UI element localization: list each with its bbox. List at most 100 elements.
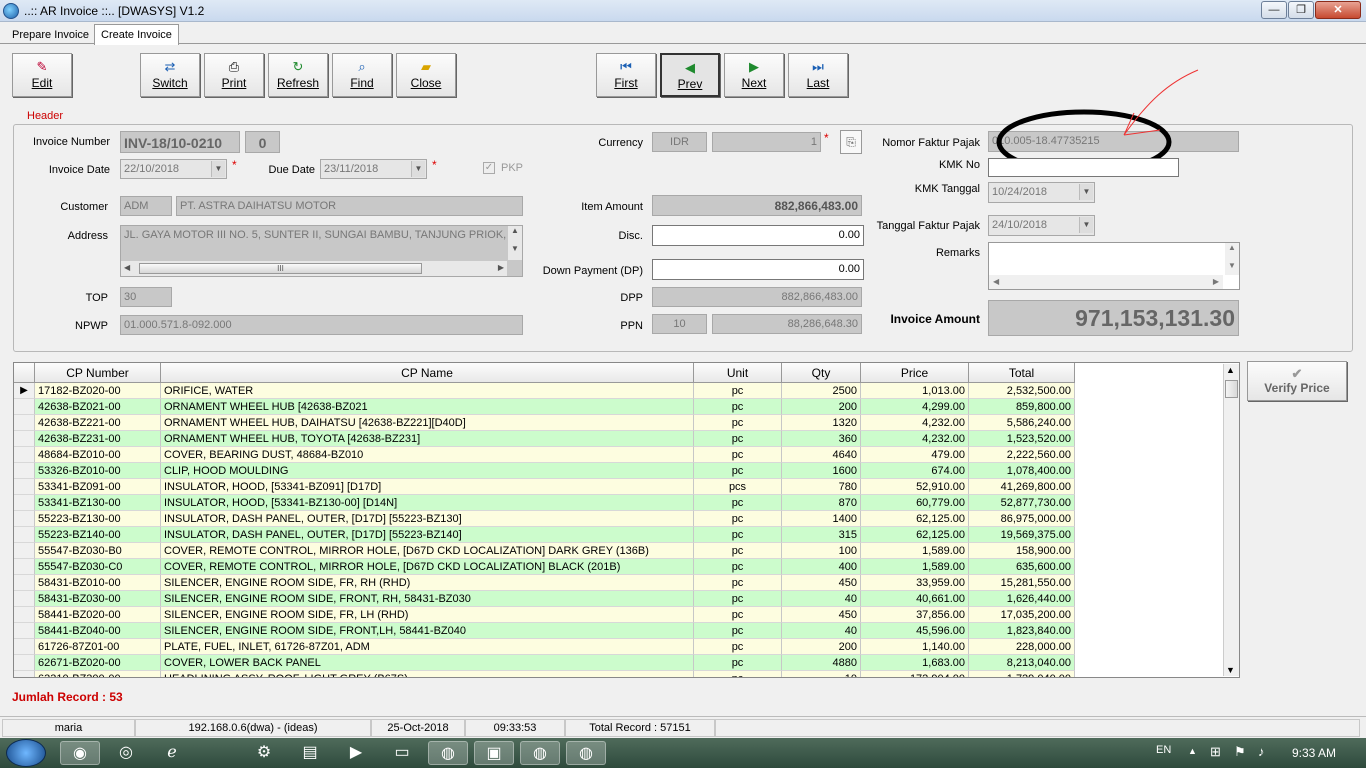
unit-cell[interactable]: pc [694,495,782,511]
total-cell[interactable]: 1,823,840.00 [969,623,1075,639]
total-cell[interactable]: 2,532,500.00 [969,383,1075,399]
row-selector[interactable] [14,399,35,415]
price-cell[interactable]: 60,779.00 [861,495,969,511]
table-row[interactable]: 58441-BZ040-00 SILENCER, ENGINE ROOM SIDE… [14,623,1075,639]
row-selector[interactable] [14,559,35,575]
desktop-app-icon[interactable]: ▣ [474,741,514,765]
dwasys-globe-icon[interactable]: ◍ [566,741,606,765]
total-cell[interactable]: 1,729,040.00 [969,671,1075,677]
network-icon[interactable]: ⊞ [1210,744,1221,760]
unit-cell[interactable]: pc [694,575,782,591]
start-button[interactable] [6,739,46,767]
verify-price-button[interactable]: ✔ Verify Price [1247,361,1347,401]
language-indicator[interactable]: EN [1156,744,1171,756]
table-row[interactable]: 53341-BZ130-00 INSULATOR, HOOD, [53341-BZ… [14,495,1075,511]
cp-number-cell[interactable]: 55547-BZ030-C0 [35,559,161,575]
price-cell[interactable]: 172,904.00 [861,671,969,677]
currency-field[interactable]: IDR [652,132,707,152]
chrome-icon[interactable]: ◉ [60,741,100,765]
price-cell[interactable]: 479.00 [861,447,969,463]
cp-number-cell[interactable]: 61726-87Z01-00 [35,639,161,655]
prev-button[interactable]: ◀ Prev [660,53,720,97]
unit-cell[interactable]: pc [694,447,782,463]
price-cell[interactable]: 62,125.00 [861,511,969,527]
minimize-button[interactable]: — [1261,1,1287,19]
col-price[interactable]: Price [861,363,969,383]
unit-cell[interactable]: pc [694,639,782,655]
unit-cell[interactable]: pc [694,431,782,447]
remarks-textarea[interactable]: ▲ ▼ ◀ ▶ [988,242,1240,290]
qty-cell[interactable]: 780 [782,479,861,495]
unit-cell[interactable]: pc [694,511,782,527]
scroll-thumb[interactable] [1225,380,1238,398]
cp-number-cell[interactable]: 53341-BZ091-00 [35,479,161,495]
table-row[interactable]: 55223-BZ130-00 INSULATOR, DASH PANEL, OUT… [14,511,1075,527]
col-cp-number[interactable]: CP Number [35,363,161,383]
unit-cell[interactable]: pc [694,383,782,399]
cp-name-cell[interactable]: INSULATOR, DASH PANEL, OUTER, [D17D] [55… [161,511,694,527]
cp-number-cell[interactable]: 48684-BZ010-00 [35,447,161,463]
row-selector[interactable]: ▶ [14,383,35,399]
kmk-no-input[interactable] [988,158,1179,177]
price-cell[interactable]: 4,232.00 [861,415,969,431]
total-cell[interactable]: 2,222,560.00 [969,447,1075,463]
chevron-down-icon[interactable]: ▼ [411,161,425,177]
app-window-icon[interactable]: ▭ [382,741,422,765]
cp-number-cell[interactable]: 55223-BZ130-00 [35,511,161,527]
cp-number-cell[interactable]: 58441-BZ020-00 [35,607,161,623]
table-row[interactable]: 55223-BZ140-00 INSULATOR, DASH PANEL, OUT… [14,527,1075,543]
row-selector[interactable] [14,447,35,463]
unit-cell[interactable]: pc [694,463,782,479]
row-selector[interactable] [14,415,35,431]
row-selector[interactable] [14,479,35,495]
cp-name-cell[interactable]: ORIFICE, WATER [161,383,694,399]
cp-name-cell[interactable]: COVER, REMOTE CONTROL, MIRROR HOLE, [D67… [161,559,694,575]
last-button[interactable]: ⏭ Last [788,53,848,97]
remarks-hscroll[interactable]: ◀ ▶ [989,275,1223,289]
invoice-items-grid[interactable]: CP Number CP Name Unit Qty Price Total ▶… [13,362,1240,678]
unit-cell[interactable]: pc [694,655,782,671]
tab-create-invoice[interactable]: Create Invoice [94,24,179,45]
cp-name-cell[interactable]: CLIP, HOOD MOULDING [161,463,694,479]
qty-cell[interactable]: 4880 [782,655,861,671]
table-row[interactable]: 42638-BZ021-00 ORNAMENT WHEEL HUB [42638-… [14,399,1075,415]
cp-number-cell[interactable]: 63310-BZ300-00 [35,671,161,677]
total-cell[interactable]: 8,213,040.00 [969,655,1075,671]
price-cell[interactable]: 33,959.00 [861,575,969,591]
total-cell[interactable]: 1,626,440.00 [969,591,1075,607]
invoice-seq-field[interactable]: 0 [245,131,280,153]
pkp-checkbox[interactable]: ✓ [483,162,495,174]
cp-number-cell[interactable]: 42638-BZ021-00 [35,399,161,415]
cp-number-cell[interactable]: 53326-BZ010-00 [35,463,161,479]
maximize-button[interactable]: ❐ [1288,1,1314,19]
unit-cell[interactable]: pcs [694,479,782,495]
close-window-button[interactable]: ✕ [1315,1,1361,19]
unit-cell[interactable]: pc [694,543,782,559]
qty-cell[interactable]: 1320 [782,415,861,431]
unit-cell[interactable]: pc [694,671,782,677]
col-unit[interactable]: Unit [694,363,782,383]
qty-cell[interactable]: 100 [782,543,861,559]
tray-expand-icon[interactable]: ▲ [1188,746,1197,756]
qty-cell[interactable]: 200 [782,399,861,415]
price-cell[interactable]: 1,140.00 [861,639,969,655]
price-cell[interactable]: 52,910.00 [861,479,969,495]
total-cell[interactable]: 635,600.00 [969,559,1075,575]
cp-number-cell[interactable]: 58431-BZ010-00 [35,575,161,591]
table-row[interactable]: 55547-BZ030-C0 COVER, REMOTE CONTROL, MIR… [14,559,1075,575]
qty-cell[interactable]: 4640 [782,447,861,463]
total-cell[interactable]: 1,078,400.00 [969,463,1075,479]
unit-cell[interactable]: pc [694,415,782,431]
invoice-number-field[interactable]: INV-18/10-0210 [120,131,240,153]
switch-button[interactable]: ⇄ Switch [140,53,200,97]
cp-number-cell[interactable]: 17182-BZ020-00 [35,383,161,399]
top-field[interactable]: 30 [120,287,172,307]
price-cell[interactable]: 1,589.00 [861,543,969,559]
table-row[interactable]: 63310-BZ300-00HEADLINING ASSY, ROOF, LIG… [14,671,1075,677]
price-cell[interactable]: 62,125.00 [861,527,969,543]
cp-number-cell[interactable]: 55547-BZ030-B0 [35,543,161,559]
total-cell[interactable]: 52,877,730.00 [969,495,1075,511]
cp-name-cell[interactable]: PLATE, FUEL, INLET, 61726-87Z01, ADM [161,639,694,655]
address-vscroll[interactable]: ▲ ▼ [508,226,522,260]
tgl-faktur-picker[interactable]: 24/10/2018 ▼ [988,215,1095,236]
